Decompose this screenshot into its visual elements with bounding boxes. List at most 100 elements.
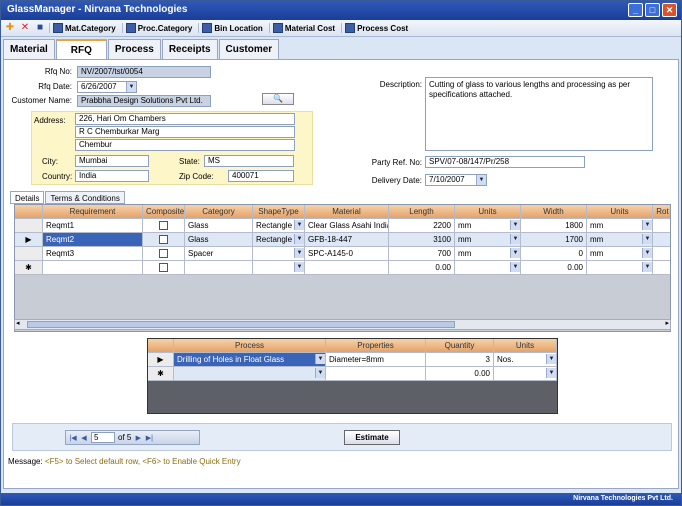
chevron-down-icon[interactable]: ▼ — [510, 262, 520, 272]
requirement-cell[interactable]: Reqmt1 — [43, 219, 143, 233]
col-length[interactable]: Length — [389, 205, 455, 219]
chevron-down-icon[interactable]: ▼ — [294, 220, 304, 230]
material-cell[interactable]: SPC-A145-0 — [305, 247, 389, 261]
party-ref-field[interactable]: SPV/07-08/147/Pr/258 — [425, 156, 585, 168]
toolbar-process-cost[interactable]: Process Cost — [341, 23, 411, 33]
length-units-cell[interactable]: mm ▼ — [455, 247, 521, 261]
toolbar-bin-location[interactable]: Bin Location — [198, 23, 265, 33]
table-row[interactable]: Reqmt3 Spacer ▼ SPC-A145-0 700 mm ▼ 0 mm ▼ — [15, 247, 670, 261]
scrollbar-thumb[interactable] — [27, 321, 455, 328]
customer-field[interactable]: Prabbha Design Solutions Pvt Ltd. — [77, 95, 211, 107]
length-cell[interactable]: 3100 — [389, 233, 455, 247]
chevron-down-icon[interactable]: ▼ — [294, 248, 304, 258]
rot-cell[interactable] — [653, 247, 670, 261]
shapetype-cell[interactable]: Rectangle ▼ — [253, 233, 305, 247]
address-line-3[interactable]: Chembur — [75, 139, 295, 151]
length-units-cell[interactable]: mm ▼ — [455, 233, 521, 247]
col-material[interactable]: Material — [305, 205, 389, 219]
last-record-icon[interactable]: ▶| — [145, 434, 153, 442]
address-line-1[interactable]: 226, Hari Om Chambers — [75, 113, 295, 125]
length-cell[interactable]: 700 — [389, 247, 455, 261]
col-process[interactable]: Process — [174, 339, 326, 353]
country-field[interactable]: India — [75, 170, 149, 182]
toolbar-material-cost[interactable]: Material Cost — [268, 23, 338, 33]
units-cell[interactable]: ▼ — [494, 367, 557, 381]
composite-checkbox[interactable] — [159, 221, 168, 230]
close-button[interactable]: ✕ — [662, 3, 677, 17]
quantity-cell[interactable]: 0.00 — [426, 367, 494, 381]
chevron-down-icon[interactable]: ▼ — [642, 220, 652, 230]
category-cell[interactable]: Spacer — [185, 247, 253, 261]
col-shapetype[interactable]: ShapeType — [253, 205, 305, 219]
width-units-cell[interactable]: mm ▼ — [587, 233, 653, 247]
page-input[interactable]: 5 — [91, 432, 115, 443]
composite-checkbox-cell[interactable] — [143, 233, 185, 247]
rfq-date-picker[interactable]: 6/26/2007 ▼ — [77, 81, 137, 93]
chevron-down-icon[interactable]: ▼ — [315, 368, 325, 378]
scroll-left-icon[interactable]: ◂ — [16, 319, 20, 327]
description-textarea[interactable]: Cutting of glass to various lengths and … — [425, 77, 653, 151]
chevron-down-icon[interactable]: ▼ — [294, 234, 304, 244]
composite-checkbox-cell[interactable] — [143, 219, 185, 233]
zip-field[interactable]: 400071 — [228, 170, 294, 182]
requirement-cell[interactable]: Reqmt3 — [43, 247, 143, 261]
width-cell[interactable]: 1800 — [521, 219, 587, 233]
quantity-cell[interactable]: 3 — [426, 353, 494, 367]
composite-checkbox[interactable] — [159, 249, 168, 258]
col-composite[interactable]: Composite? — [143, 205, 185, 219]
width-units-cell[interactable]: mm ▼ — [587, 247, 653, 261]
col-quantity[interactable]: Quantity — [426, 339, 494, 353]
shapetype-cell[interactable]: ▼ — [253, 247, 305, 261]
chevron-down-icon[interactable]: ▼ — [510, 220, 520, 230]
process-cell[interactable]: ▼ — [174, 367, 326, 381]
width-cell[interactable]: 0.00 — [521, 261, 587, 275]
length-units-cell[interactable]: ▼ — [455, 261, 521, 275]
tab-rfq[interactable]: RFQ — [55, 39, 107, 59]
row-header[interactable] — [15, 247, 43, 261]
shapetype-cell[interactable]: Rectangle ▼ — [253, 219, 305, 233]
material-cell[interactable] — [305, 261, 389, 275]
rot-cell[interactable] — [653, 233, 670, 247]
col-category[interactable]: Category — [185, 205, 253, 219]
col-width-units[interactable]: Units — [587, 205, 653, 219]
chevron-down-icon[interactable]: ▼ — [510, 248, 520, 258]
length-cell[interactable]: 0.00 — [389, 261, 455, 275]
tab-terms[interactable]: Terms & Conditions — [45, 191, 125, 204]
col-length-units[interactable]: Units — [455, 205, 521, 219]
length-cell[interactable]: 2200 — [389, 219, 455, 233]
category-cell[interactable]: Glass — [185, 219, 253, 233]
city-field[interactable]: Mumbai — [75, 155, 149, 167]
tab-process[interactable]: Process — [107, 39, 161, 59]
width-units-cell[interactable]: ▼ — [587, 261, 653, 275]
estimate-button[interactable]: Estimate — [344, 430, 400, 445]
rot-cell[interactable] — [653, 261, 670, 275]
first-record-icon[interactable]: |◀ — [69, 434, 77, 442]
delete-icon[interactable]: ✕ — [19, 22, 31, 34]
horizontal-scrollbar[interactable]: ◂ ▸ — [14, 319, 671, 330]
table-row[interactable]: ▶ Drilling of Holes in Float Glass ▼ Diamet… — [148, 353, 557, 367]
chevron-down-icon[interactable]: ▼ — [476, 175, 486, 185]
material-cell[interactable]: GFB-18-447 — [305, 233, 389, 247]
width-cell[interactable]: 1700 — [521, 233, 587, 247]
tab-material[interactable]: Material — [3, 39, 55, 59]
col-width[interactable]: Width — [521, 205, 587, 219]
table-row[interactable]: ✱ ▼ 0.00 ▼ — [148, 367, 557, 381]
shapetype-cell[interactable]: ▼ — [253, 261, 305, 275]
requirement-cell[interactable] — [43, 261, 143, 275]
table-row[interactable]: ▶ Reqmt2 Glass Rectangle ▼ GFB-18-447 3100 mm ▼ 1… — [15, 233, 670, 247]
table-row[interactable]: ✱ ▼ 0.00 ▼ 0.00 ▼ — [15, 261, 670, 275]
width-units-cell[interactable]: mm ▼ — [587, 219, 653, 233]
composite-checkbox[interactable] — [159, 263, 168, 272]
add-icon[interactable]: ✚ — [4, 22, 16, 34]
toolbar-mat-category[interactable]: Mat.Category — [49, 23, 119, 33]
toolbar-proc-category[interactable]: Proc.Category — [121, 23, 196, 33]
scroll-right-icon[interactable]: ▸ — [665, 319, 669, 327]
table-row[interactable]: Reqmt1 Glass Rectangle ▼ Clear Glass Asahi I… — [15, 219, 670, 233]
material-cell[interactable]: Clear Glass Asahi India — [305, 219, 389, 233]
tab-receipts[interactable]: Receipts — [161, 39, 218, 59]
row-header[interactable] — [15, 219, 43, 233]
row-header[interactable]: ▶ — [15, 233, 43, 247]
rot-cell[interactable] — [653, 219, 670, 233]
chevron-down-icon[interactable]: ▼ — [510, 234, 520, 244]
length-units-cell[interactable]: mm ▼ — [455, 219, 521, 233]
